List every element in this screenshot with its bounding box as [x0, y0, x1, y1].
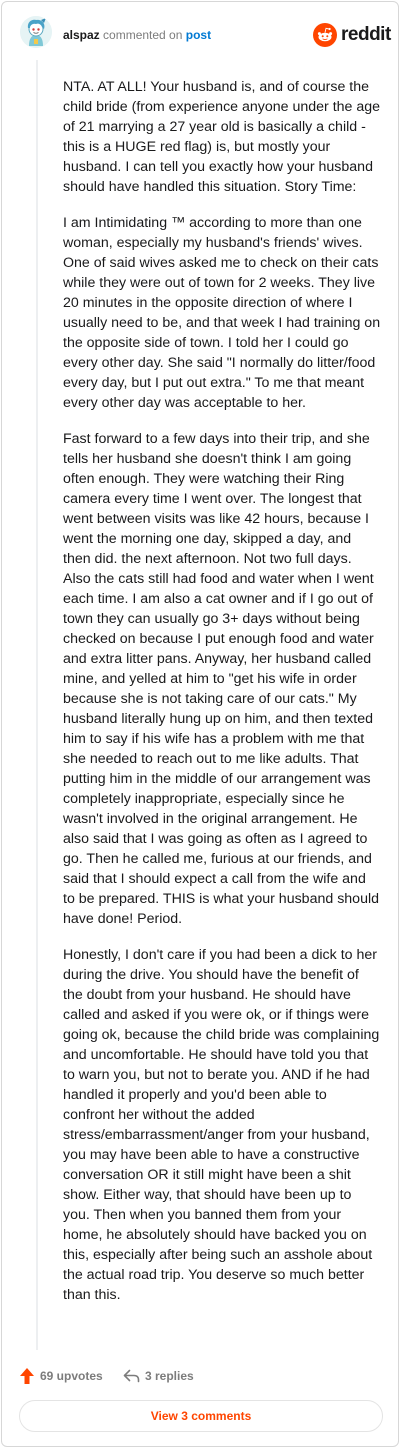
upvote-arrow-icon	[20, 1368, 34, 1384]
thread-line[interactable]	[36, 60, 38, 1350]
post-link[interactable]: post	[186, 28, 211, 42]
snoo-avatar-icon	[20, 16, 52, 48]
comment-paragraph: Honestly, I don't care if you had been a…	[63, 947, 380, 1303]
view-comments-button[interactable]: View 3 comments	[19, 1400, 383, 1432]
comment-byline: alspaz commented on post	[63, 28, 211, 42]
upvote-count: 69 upvotes	[40, 1369, 103, 1383]
comment-card: alspaz commented on post reddit NTA. AT …	[1, 1, 399, 1447]
comment-body: NTA. AT ALL! Your husband is, and of cou…	[63, 77, 381, 1321]
comment-paragraph: Fast forward to a few days into their tr…	[63, 431, 379, 927]
reddit-wordmark: reddit	[341, 24, 391, 45]
username-link[interactable]: alspaz	[63, 28, 100, 42]
replies-button[interactable]: 3 replies	[123, 1364, 194, 1388]
comment-header: alspaz commented on post reddit	[2, 2, 400, 66]
reddit-logo-icon	[313, 23, 337, 47]
user-avatar[interactable]	[20, 16, 52, 48]
upvote-button[interactable]: 69 upvotes	[19, 1364, 103, 1388]
reddit-logo[interactable]: reddit	[313, 22, 391, 48]
comment-footer: 69 upvotes 3 replies	[2, 1364, 400, 1390]
reply-arrow-icon	[123, 1369, 140, 1383]
comment-paragraph: NTA. AT ALL! Your husband is, and of cou…	[63, 79, 381, 195]
comment-paragraph: I am Intimidating ™ according to more th…	[63, 215, 381, 411]
reply-count: 3 replies	[145, 1369, 194, 1383]
byline-verb: commented on	[103, 28, 183, 42]
